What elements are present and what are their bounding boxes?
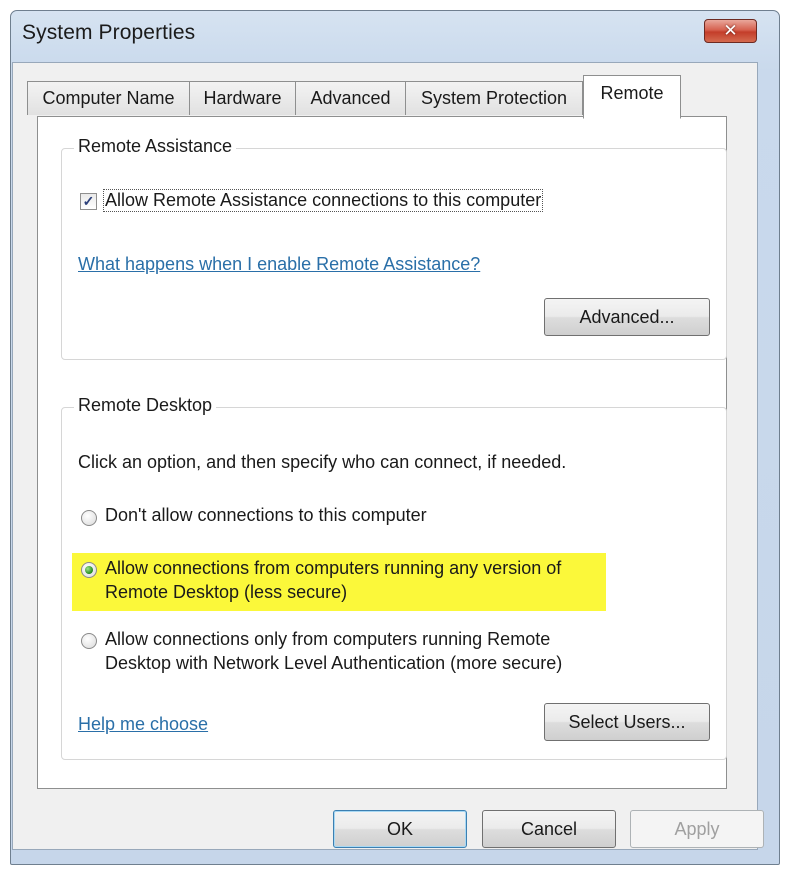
close-button[interactable]: ✕ — [704, 19, 757, 43]
radio-allow-nla-only-label-line1[interactable]: Allow connections only from computers ru… — [105, 629, 550, 650]
remote-desktop-group-label: Remote Desktop — [74, 395, 217, 416]
remote-assistance-help-link[interactable]: What happens when I enable Remote Assist… — [78, 254, 480, 275]
checkmark-icon: ✓ — [82, 193, 95, 209]
apply-button[interactable]: Apply — [630, 810, 764, 848]
radio-allow-any-version[interactable] — [81, 562, 97, 578]
remote-assistance-checkbox[interactable]: ✓ — [80, 193, 97, 210]
radio-selected-dot — [85, 566, 93, 574]
close-icon: ✕ — [723, 21, 738, 41]
radio-dont-allow-label[interactable]: Don't allow connections to this computer — [105, 505, 427, 526]
tab-computer-name[interactable]: Computer Name — [27, 81, 190, 115]
tab-hardware[interactable]: Hardware — [189, 81, 296, 115]
tab-remote[interactable]: Remote — [583, 75, 681, 119]
tab-advanced[interactable]: Advanced — [295, 81, 406, 115]
ok-button[interactable]: OK — [333, 810, 467, 848]
remote-tab-panel: Remote Assistance ✓ Allow Remote Assista… — [37, 116, 727, 789]
remote-assistance-group-label: Remote Assistance — [74, 136, 237, 157]
help-me-choose-link[interactable]: Help me choose — [78, 714, 208, 735]
select-users-button[interactable]: Select Users... — [544, 703, 710, 741]
radio-allow-nla-only[interactable] — [81, 633, 97, 649]
window-title: System Properties — [22, 21, 196, 44]
radio-allow-any-version-label-line2[interactable]: Remote Desktop (less secure) — [105, 582, 347, 603]
remote-desktop-instruction: Click an option, and then specify who ca… — [78, 452, 567, 472]
radio-allow-nla-only-label-line2[interactable]: Desktop with Network Level Authenticatio… — [105, 653, 562, 674]
cancel-button[interactable]: Cancel — [482, 810, 616, 848]
radio-dont-allow[interactable] — [81, 510, 97, 526]
advanced-button[interactable]: Advanced... — [544, 298, 710, 336]
remote-assistance-checkbox-label[interactable]: Allow Remote Assistance connections to t… — [102, 189, 544, 212]
tab-system-protection[interactable]: System Protection — [405, 81, 583, 115]
radio-allow-any-version-label-line1[interactable]: Allow connections from computers running… — [105, 558, 561, 579]
